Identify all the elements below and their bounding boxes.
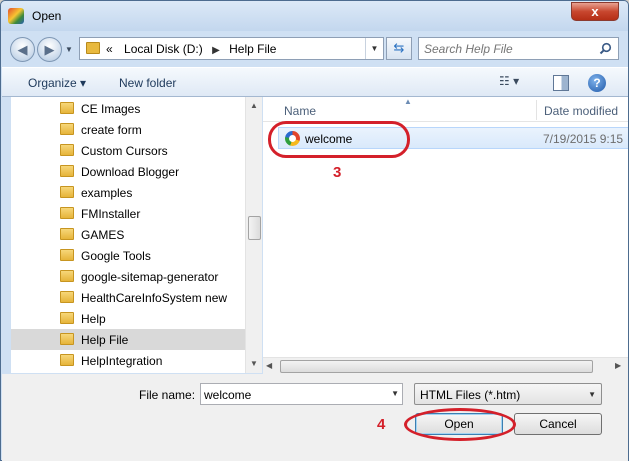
title-bar[interactable]: Open x xyxy=(1,1,628,31)
file-list-horizontal-scrollbar[interactable]: ◀ ▶ xyxy=(263,357,628,374)
address-bar[interactable]: « Local Disk (D:) ▶ Help File ▼ xyxy=(79,37,384,60)
sidebar-item-custom-cursors[interactable]: Custom Cursors xyxy=(11,140,246,161)
folder-icon xyxy=(60,165,74,177)
sidebar-item-google-sitemap-generator[interactable]: google-sitemap-generator xyxy=(11,266,246,287)
open-dialog: Open x ◀ ▶ ▼ « Local Disk (D:) ▶ Help Fi… xyxy=(0,0,629,461)
file-type-chevron-icon: ▼ xyxy=(588,390,596,399)
help-icon[interactable]: ? xyxy=(588,74,606,92)
annotation-step-4: 4 xyxy=(377,416,386,433)
sidebar-item-label: create form xyxy=(81,123,142,137)
refresh-button[interactable]: ⇆ xyxy=(386,37,412,60)
sidebar-item-label: google-sitemap-generator xyxy=(81,270,219,284)
breadcrumb: « Local Disk (D:) ▶ Help File xyxy=(106,42,276,56)
sidebar-item-label: Custom Cursors xyxy=(81,144,168,158)
column-header: ▲ Name Date modified xyxy=(263,97,628,122)
breadcrumb-local-disk[interactable]: Local Disk (D:) xyxy=(124,42,203,56)
sidebar-item-help[interactable]: Help xyxy=(11,308,246,329)
preview-pane-icon[interactable] xyxy=(553,75,569,91)
folder-icon xyxy=(86,42,100,54)
column-header-date-modified[interactable]: Date modified xyxy=(544,104,618,118)
command-bar: Organize ▾ New folder ☷ ▾ ? xyxy=(2,67,628,97)
sidebar-item-label: FMInstaller xyxy=(81,207,141,221)
folder-icon xyxy=(60,249,74,261)
breadcrumb-overflow[interactable]: « xyxy=(106,42,113,56)
sidebar-item-label: Help File xyxy=(81,333,129,347)
scroll-right-icon[interactable]: ▶ xyxy=(615,361,621,370)
sidebar-item-label: Google Tools xyxy=(81,249,151,263)
sidebar-item-games[interactable]: GAMES xyxy=(11,224,246,245)
sidebar-item-label: Download Blogger xyxy=(81,165,180,179)
navigation-scrollbar[interactable]: ▲ ▼ xyxy=(245,97,262,373)
breadcrumb-help-file[interactable]: Help File xyxy=(229,42,276,56)
sidebar-item-create-form[interactable]: create form xyxy=(11,119,246,140)
annotation-step-3: 3 xyxy=(333,164,342,181)
folder-icon xyxy=(60,123,74,135)
search-icon[interactable] xyxy=(599,42,612,55)
folder-icon xyxy=(60,270,74,282)
cancel-button[interactable]: Cancel xyxy=(514,413,602,435)
file-name-label: File name: xyxy=(139,388,196,402)
annotation-circle-file xyxy=(268,121,410,158)
sidebar-item-helpintegration[interactable]: HelpIntegration xyxy=(11,350,246,371)
sidebar-item-label: HealthCareInfoSystem new xyxy=(81,291,228,305)
sidebar-item-healthcareinfosystem-new[interactable]: HealthCareInfoSystem new xyxy=(11,287,246,308)
app-icon xyxy=(8,8,24,24)
organize-button[interactable]: Organize ▾ xyxy=(28,76,86,90)
scroll-thumb[interactable] xyxy=(248,216,261,240)
back-button[interactable]: ◀ xyxy=(10,37,35,62)
file-name-input[interactable] xyxy=(204,387,379,402)
navigation-pane: CE Images create form Custom Cursors Dow… xyxy=(11,97,262,373)
dialog-footer: File name: ▼ HTML Files (*.htm) ▼ Open C… xyxy=(2,374,628,461)
sidebar-item-google-tools[interactable]: Google Tools xyxy=(11,245,246,266)
sidebar-item-label: Help xyxy=(81,312,106,326)
search-input[interactable] xyxy=(424,41,594,57)
forward-button[interactable]: ▶ xyxy=(37,37,62,62)
sidebar-item-label: GAMES xyxy=(81,228,125,242)
sidebar-item-help-file[interactable]: Help File xyxy=(11,329,246,350)
new-folder-button[interactable]: New folder xyxy=(119,76,176,90)
folder-icon xyxy=(60,291,74,303)
sidebar-item-label: HelpIntegration xyxy=(81,354,163,368)
sidebar-item-ce-images[interactable]: CE Images xyxy=(11,98,246,119)
folder-icon xyxy=(60,102,74,114)
sidebar-item-fminstaller[interactable]: FMInstaller xyxy=(11,203,246,224)
sidebar-item-label: CE Images xyxy=(81,102,141,116)
annotation-circle-open xyxy=(404,408,516,441)
sort-ascending-icon: ▲ xyxy=(404,97,412,106)
refresh-icon: ⇆ xyxy=(393,40,405,55)
file-name-combo[interactable]: ▼ xyxy=(200,383,403,405)
sidebar-item-download-blogger[interactable]: Download Blogger xyxy=(11,161,246,182)
folder-icon xyxy=(60,354,74,366)
file-type-value: HTML Files (*.htm) xyxy=(420,388,521,402)
change-view-icon[interactable]: ☷ ▾ xyxy=(499,74,525,92)
scroll-left-icon[interactable]: ◀ xyxy=(266,361,272,370)
file-type-select[interactable]: HTML Files (*.htm) ▼ xyxy=(414,383,602,405)
column-divider[interactable] xyxy=(536,100,537,120)
folder-icon xyxy=(60,144,74,156)
file-name-dropdown-chevron-icon[interactable]: ▼ xyxy=(391,389,399,398)
recent-pages-chevron-icon[interactable]: ▼ xyxy=(65,45,75,55)
sidebar-item-examples[interactable]: examples xyxy=(11,182,246,203)
close-button[interactable]: x xyxy=(571,2,619,21)
folder-icon xyxy=(60,186,74,198)
sidebar-item-label: examples xyxy=(81,186,133,200)
folder-icon xyxy=(60,228,74,240)
address-dropdown-chevron-icon[interactable]: ▼ xyxy=(365,38,383,59)
file-date-modified: 7/19/2015 9:15 xyxy=(543,132,624,146)
folder-icon xyxy=(60,207,74,219)
folder-icon xyxy=(60,312,74,324)
breadcrumb-separator-icon[interactable]: ▶ xyxy=(212,45,220,56)
folder-icon xyxy=(60,333,74,345)
column-header-name[interactable]: Name xyxy=(284,104,316,118)
search-box[interactable] xyxy=(418,37,619,60)
window-title: Open xyxy=(32,9,62,23)
scroll-up-icon[interactable]: ▲ xyxy=(250,101,258,110)
scroll-down-icon[interactable]: ▼ xyxy=(250,359,258,368)
scroll-thumb[interactable] xyxy=(280,360,593,373)
